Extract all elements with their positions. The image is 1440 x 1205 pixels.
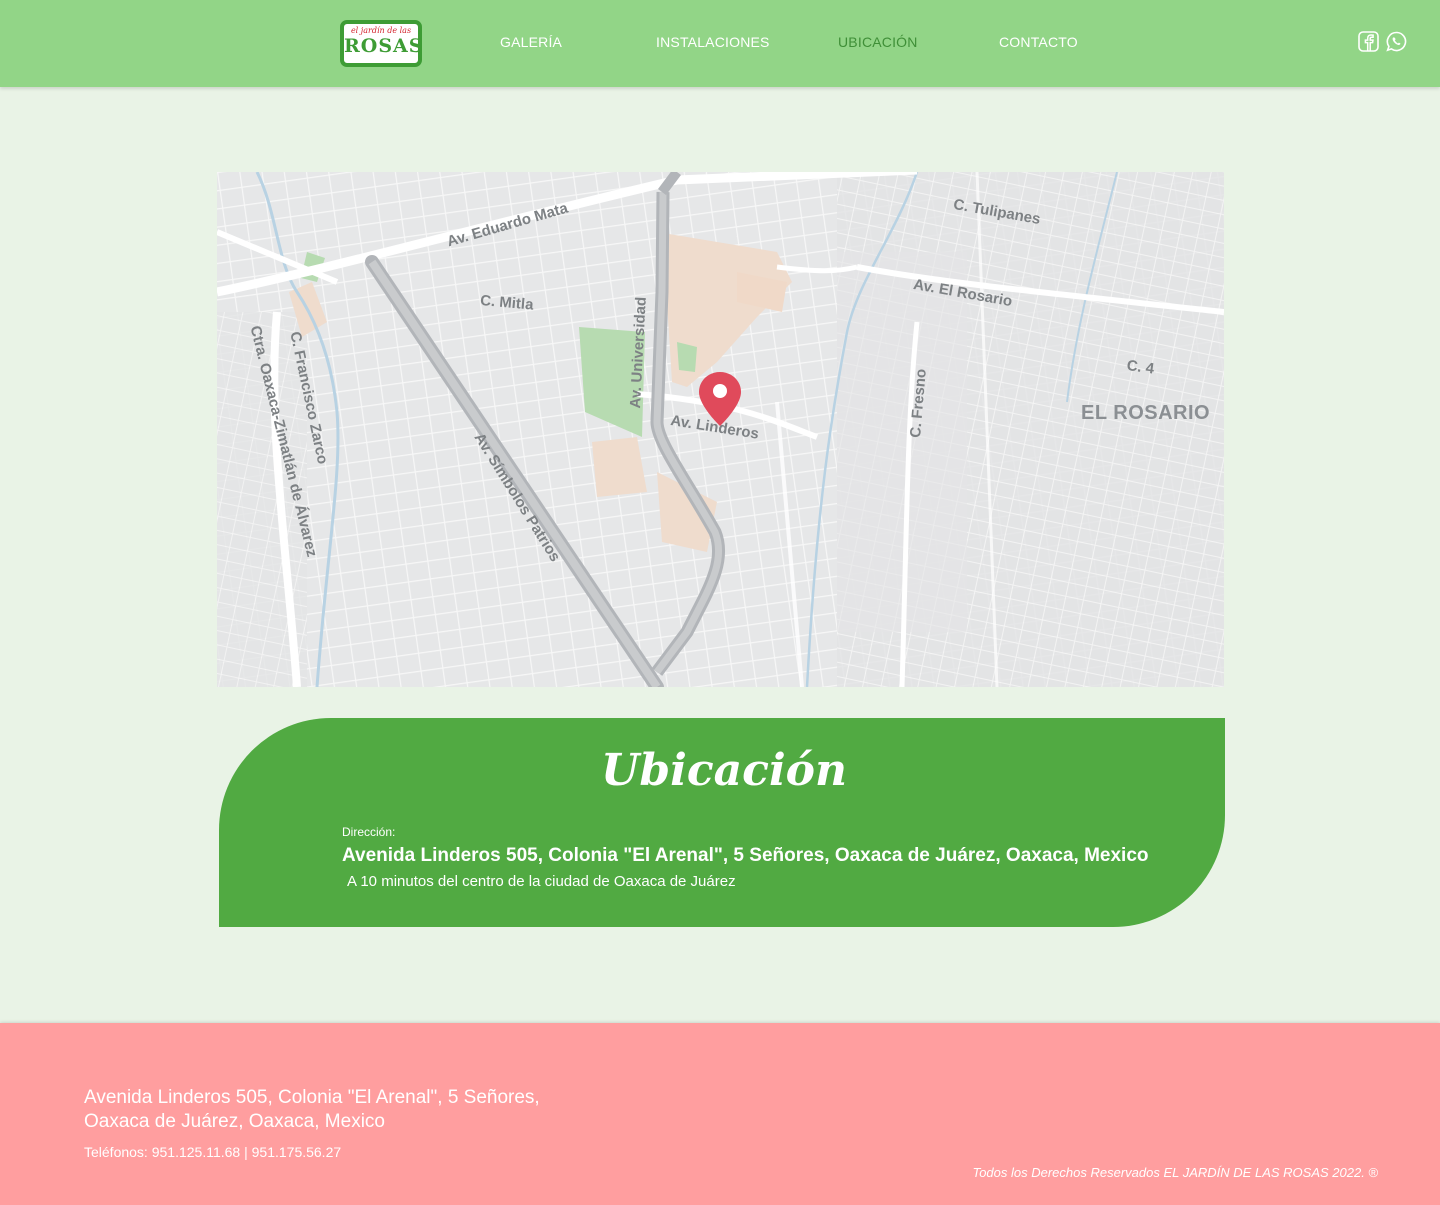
address-note: A 10 minutos del centro de la ciudad de … — [347, 873, 736, 890]
site-header: el jardín de las ROSAS GALERÍA INSTALACI… — [0, 0, 1440, 87]
location-pin-icon[interactable] — [697, 370, 743, 428]
nav-item-contacto[interactable]: CONTACTO — [999, 34, 1078, 50]
address-label: Dirección: — [342, 825, 396, 839]
location-card: Ubicación Dirección: Avenida Linderos 50… — [219, 718, 1225, 927]
map-label-el-rosario: EL ROSARIO — [1081, 402, 1211, 424]
nav-item-instalaciones[interactable]: INSTALACIONES — [656, 34, 770, 50]
nav-item-ubicacion[interactable]: UBICACIÓN — [838, 34, 918, 50]
site-footer: Avenida Linderos 505, Colonia "El Arenal… — [0, 1023, 1440, 1205]
location-title: Ubicación — [601, 745, 847, 796]
logo-main-text: ROSAS — [344, 35, 424, 57]
footer-address: Avenida Linderos 505, Colonia "El Arenal… — [84, 1086, 604, 1134]
footer-phones: Teléfonos: 951.125.11.68 | 951.175.56.27 — [84, 1144, 342, 1160]
nav-item-galeria[interactable]: GALERÍA — [500, 34, 562, 50]
site-logo[interactable]: el jardín de las ROSAS — [340, 20, 424, 67]
map-label-c4: C. 4 — [1125, 357, 1156, 378]
facebook-icon[interactable] — [1358, 31, 1379, 52]
logo-top-text: el jardín de las — [350, 26, 412, 35]
footer-copyright: Todos los Derechos Reservados EL JARDÍN … — [972, 1165, 1378, 1180]
address-text: Avenida Linderos 505, Colonia "El Arenal… — [342, 845, 1149, 866]
footer-address-line1: Avenida Linderos 505, Colonia "El Arenal… — [84, 1087, 540, 1108]
footer-address-line2: Oaxaca de Juárez, Oaxaca, Mexico — [84, 1111, 385, 1132]
whatsapp-icon[interactable] — [1386, 31, 1407, 52]
location-map[interactable]: Av. Eduardo Mata C. Tulipanes Av. El Ros… — [217, 172, 1224, 687]
